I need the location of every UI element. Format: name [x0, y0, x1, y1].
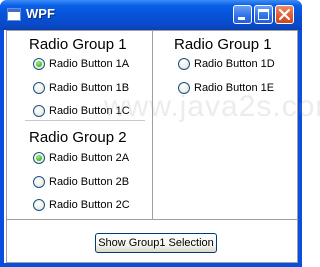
radio-indicator[interactable]: [33, 152, 45, 164]
radio-indicator[interactable]: [33, 58, 45, 70]
title-bar[interactable]: WPF: [0, 0, 302, 30]
radio-indicator[interactable]: [33, 199, 45, 211]
radio-button-2b[interactable]: Radio Button 2B: [33, 175, 129, 189]
group-title-left-2: Radio Group 2: [29, 129, 127, 146]
group-divider: [25, 120, 145, 121]
close-icon: [278, 8, 291, 21]
radio-button-2a[interactable]: Radio Button 2A: [33, 151, 129, 165]
app-window-icon[interactable]: [7, 8, 21, 21]
radio-indicator[interactable]: [33, 82, 45, 94]
client-area: Radio Group 1 Radio Button 1A Radio Butt…: [4, 30, 320, 263]
radio-button-1b[interactable]: Radio Button 1B: [33, 81, 129, 95]
close-button[interactable]: [275, 5, 294, 24]
radio-label: Radio Button 2A: [49, 152, 130, 164]
group-title-right-1: Radio Group 1: [174, 36, 272, 53]
maximize-icon: [258, 9, 269, 20]
right-pane: Radio Group 1 Radio Button 1D Radio Butt…: [152, 30, 298, 220]
radio-button-1a[interactable]: Radio Button 1A: [33, 57, 129, 71]
radio-label: Radio Button 2B: [49, 176, 130, 188]
radio-indicator[interactable]: [178, 58, 190, 70]
radio-label: Radio Button 1A: [49, 58, 130, 70]
show-group1-selection-button[interactable]: Show Group1 Selection: [95, 233, 217, 253]
radio-button-1e[interactable]: Radio Button 1E: [178, 81, 274, 95]
bottom-bar: Show Group1 Selection: [6, 220, 298, 263]
radio-label: Radio Button 2C: [49, 199, 130, 211]
window-title: WPF: [26, 6, 55, 21]
minimize-button[interactable]: [233, 5, 252, 24]
radio-label: Radio Button 1D: [194, 58, 275, 70]
app-window: WPF Radio Group 1 Radio Button 1A Radio …: [0, 0, 320, 267]
radio-indicator[interactable]: [33, 176, 45, 188]
radio-button-1d[interactable]: Radio Button 1D: [178, 57, 275, 71]
group-title-left-1: Radio Group 1: [29, 36, 127, 53]
maximize-button[interactable]: [254, 5, 273, 24]
left-pane: Radio Group 1 Radio Button 1A Radio Butt…: [6, 30, 153, 220]
radio-button-1c[interactable]: Radio Button 1C: [33, 104, 130, 118]
minimize-icon: [238, 17, 245, 20]
radio-button-2c[interactable]: Radio Button 2C: [33, 198, 130, 212]
radio-indicator[interactable]: [33, 105, 45, 117]
radio-label: Radio Button 1C: [49, 105, 130, 117]
radio-label: Radio Button 1E: [194, 82, 275, 94]
radio-indicator[interactable]: [178, 82, 190, 94]
radio-label: Radio Button 1B: [49, 82, 130, 94]
